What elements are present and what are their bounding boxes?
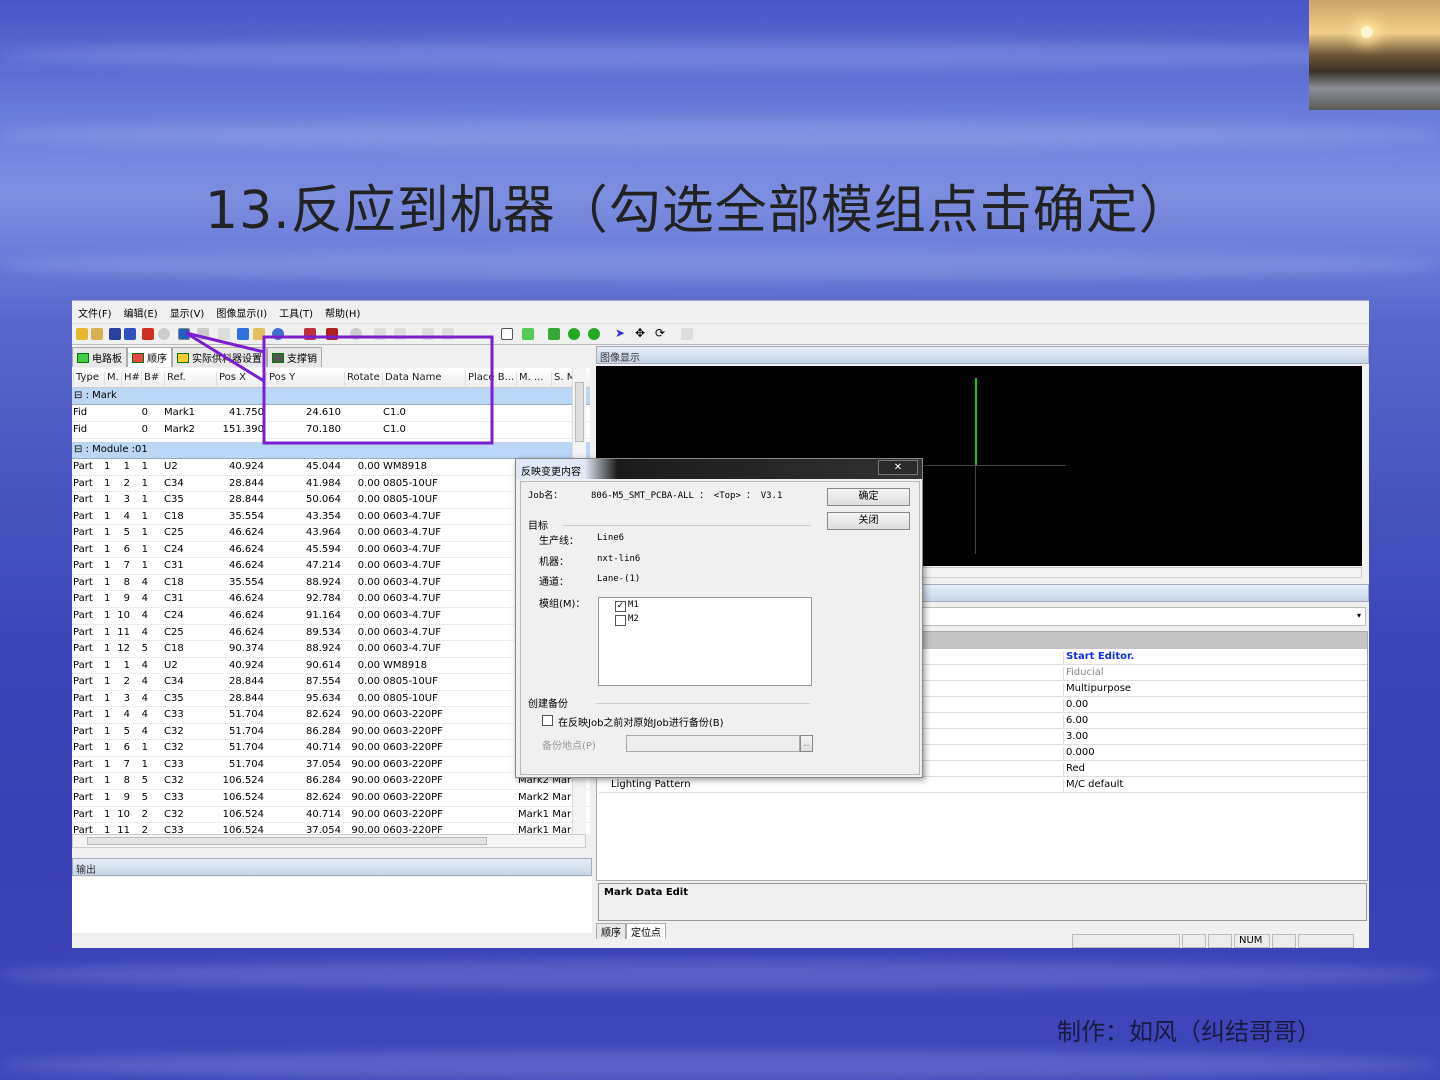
module-list: ✓ M1 M2 <box>598 597 812 686</box>
close-button[interactable]: 关闭 <box>827 512 910 530</box>
module-m1-label: M1 <box>628 600 639 610</box>
line-value: Line6 <box>597 533 625 543</box>
backup-checkbox[interactable] <box>542 715 553 726</box>
annotation-line <box>185 331 265 383</box>
lane-value: Lane-(1) <box>597 574 641 584</box>
browse-button[interactable]: .. <box>800 735 813 752</box>
dialog-close-button[interactable]: ✕ <box>878 460 918 475</box>
module-m2-checkbox[interactable] <box>615 615 626 626</box>
machine-value: nxt-lin6 <box>597 554 641 564</box>
module-m2-label: M2 <box>628 614 639 624</box>
lane-label: 通道： <box>539 577 569 588</box>
annotation-box <box>262 335 494 445</box>
job-label: Job名： <box>528 491 563 501</box>
backup-location-input[interactable] <box>626 735 800 752</box>
reflect-changes-dialog: 反映变更内容 ✕ Job名： 806-M5_SMT_PCBA-ALL ： <To… <box>515 458 923 778</box>
dialog-titlebar: 反映变更内容 ✕ <box>516 459 922 479</box>
ok-button[interactable]: 确定 <box>827 488 910 506</box>
annotation-line <box>185 331 265 354</box>
backup-checkbox-label: 在反映Job之前对原始Job进行备份(B) <box>558 718 724 729</box>
backup-location-label: 备份地点(P) <box>542 741 596 752</box>
job-value: 806-M5_SMT_PCBA-ALL ： <Top> ： V3.1 <box>591 491 783 501</box>
module-m1-checkbox[interactable]: ✓ <box>615 601 626 612</box>
backup-section-label: 创建备份 <box>528 699 568 710</box>
machine-label: 机器： <box>539 557 569 568</box>
module-label: 模组(M)： <box>539 599 586 610</box>
dialog-title: 反映变更内容 <box>521 467 581 478</box>
target-section-label: 目标 <box>528 521 548 532</box>
line-label: 生产线： <box>539 536 579 547</box>
